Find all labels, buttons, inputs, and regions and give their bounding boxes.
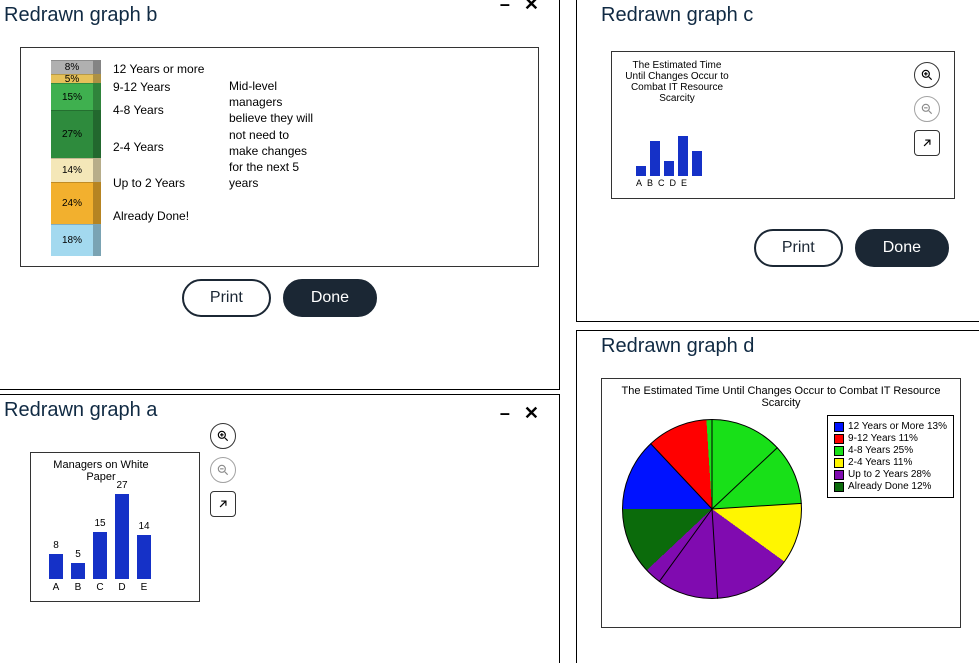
axis-tick: A	[49, 582, 63, 593]
bar: 15	[93, 532, 107, 579]
bar-value: 14	[138, 521, 149, 532]
legend-label: Up to 2 Years 28%	[848, 469, 931, 480]
segment-label: 2-4 Years	[113, 123, 204, 171]
zoom-in-icon[interactable]	[210, 423, 236, 449]
caption: Mid-level managers believe they will not…	[229, 78, 319, 191]
chart-box-c: The Estimated Time Until Changes Occur t…	[611, 51, 955, 199]
bar-segment: 5%	[51, 74, 93, 83]
bar: 8	[49, 554, 63, 579]
legend-item: 12 Years or More 13%	[834, 421, 947, 432]
bar: 14	[137, 535, 151, 579]
legend-label: 12 Years or More 13%	[848, 421, 947, 432]
axis-tick: B	[71, 582, 85, 593]
legend-item: Up to 2 Years 28%	[834, 469, 947, 480]
legend-swatch	[834, 422, 844, 432]
chart-title: Managers on White Paper	[41, 459, 161, 483]
legend-swatch	[834, 482, 844, 492]
segment-label: 4-8 Years	[113, 96, 204, 123]
chart-title: The Estimated Time Until Changes Occur t…	[602, 385, 960, 409]
chart-box-a: Managers on White Paper 85152714 ABCDE	[30, 452, 200, 602]
x-axis-labels: ABCDE	[49, 582, 151, 593]
x-axis-labels: ABCDE	[636, 178, 692, 188]
bar	[692, 151, 702, 176]
bar-segment: 15%	[51, 83, 93, 110]
zoom-in-icon[interactable]	[914, 62, 940, 88]
legend-item: 2-4 Years 11%	[834, 457, 947, 468]
legend-swatch	[834, 470, 844, 480]
legend-label: 4-8 Years 25%	[848, 445, 913, 456]
stacked-bar: 8%5%15%27%14%24%18%	[51, 60, 93, 256]
bar	[664, 161, 674, 176]
bar-value: 15	[94, 518, 105, 529]
open-external-icon[interactable]	[210, 491, 236, 517]
legend-item: 9-12 Years 11%	[834, 433, 947, 444]
minimize-icon[interactable]: –	[500, 403, 510, 424]
segment-label: 12 Years or more	[113, 60, 204, 78]
panel-title: Redrawn graph a	[0, 395, 559, 432]
panel-graph-a: – ✕ Redrawn graph a Managers on White Pa…	[0, 394, 560, 663]
axis-tick: D	[115, 582, 129, 593]
print-button[interactable]: Print	[182, 279, 271, 317]
print-button[interactable]: Print	[754, 229, 843, 267]
bar-segment: 27%	[51, 110, 93, 158]
done-button[interactable]: Done	[283, 279, 377, 317]
panel-title: Redrawn graph b	[0, 0, 559, 37]
bar-chart: 85152714	[49, 489, 169, 579]
bar-segment: 24%	[51, 182, 93, 224]
chart-title: The Estimated Time Until Changes Occur t…	[622, 60, 732, 104]
bar-value: 5	[75, 549, 81, 560]
legend-label: 2-4 Years 11%	[848, 457, 912, 468]
segment-label: Already Done!	[113, 195, 204, 237]
axis-tick: C	[93, 582, 107, 593]
legend-item: 4-8 Years 25%	[834, 445, 947, 456]
legend-swatch	[834, 446, 844, 456]
stacked-bar-labels: 12 Years or more9-12 Years4-8 Years2-4 Y…	[113, 60, 204, 237]
chart-box-b: 8%5%15%27%14%24%18% 12 Years or more9-12…	[20, 47, 539, 267]
bar: 27	[115, 494, 129, 579]
pie-dividers	[622, 419, 802, 599]
panel-graph-b: – ✕ Redrawn graph b 8%5%15%27%14%24%18% …	[0, 0, 560, 390]
bar-value: 27	[116, 480, 127, 491]
pie-legend: 12 Years or More 13%9-12 Years 11%4-8 Ye…	[827, 415, 954, 498]
legend-label: 9-12 Years 11%	[848, 433, 918, 444]
panel-graph-d: Redrawn graph d The Estimated Time Until…	[576, 330, 979, 663]
minimize-icon[interactable]: –	[500, 0, 510, 15]
legend-swatch	[834, 434, 844, 444]
legend-label: Already Done 12%	[848, 481, 931, 492]
chart-box-d: The Estimated Time Until Changes Occur t…	[601, 378, 961, 628]
bar-value: 8	[53, 540, 59, 551]
bar-segment: 18%	[51, 224, 93, 256]
panel-graph-c: Redrawn graph c The Estimated Time Until…	[576, 0, 979, 322]
bar: 5	[71, 563, 85, 579]
mini-bar-chart	[636, 136, 726, 176]
stacked-bar-edge	[93, 60, 101, 256]
bar	[678, 136, 688, 176]
zoom-out-icon[interactable]	[210, 457, 236, 483]
close-icon[interactable]: ✕	[524, 0, 539, 15]
done-button[interactable]: Done	[855, 229, 949, 267]
axis-tick: E	[137, 582, 151, 593]
bar-segment: 8%	[51, 60, 93, 74]
legend-swatch	[834, 458, 844, 468]
close-icon[interactable]: ✕	[524, 403, 539, 424]
legend-item: Already Done 12%	[834, 481, 947, 492]
bar	[636, 166, 646, 176]
open-external-icon[interactable]	[914, 130, 940, 156]
segment-label: 9-12 Years	[113, 78, 204, 96]
bar-segment: 14%	[51, 158, 93, 182]
segment-label: Up to 2 Years	[113, 171, 204, 195]
panel-title: Redrawn graph d	[577, 331, 979, 368]
bar	[650, 141, 660, 176]
zoom-out-icon[interactable]	[914, 96, 940, 122]
panel-title: Redrawn graph c	[577, 0, 979, 37]
